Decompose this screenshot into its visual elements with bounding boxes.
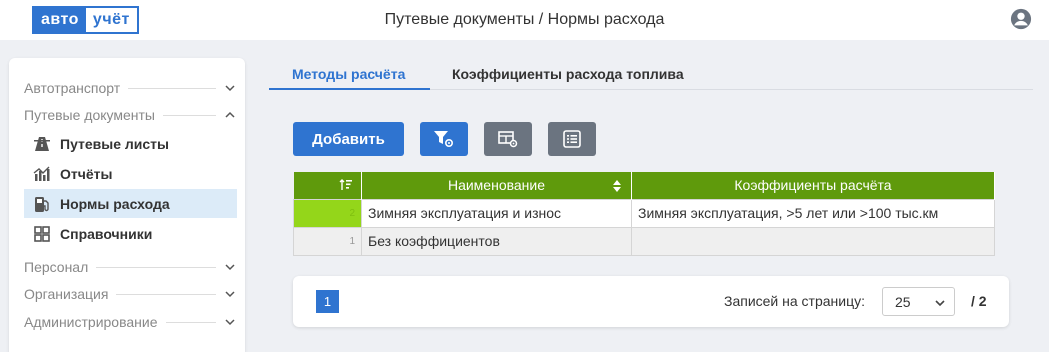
row-name-cell[interactable]: Зимняя эксплуатация и износ [361, 198, 632, 228]
sidebar-group-personnel[interactable]: Персонал [24, 257, 236, 277]
row-coefficients-cell[interactable] [631, 226, 995, 256]
table-settings-button[interactable] [484, 122, 532, 156]
row-number: 1 [293, 226, 362, 256]
divider [96, 266, 216, 268]
column-header-sort[interactable] [293, 172, 362, 199]
fuel-icon [35, 196, 49, 212]
sidebar-item-label: Нормы расхода [60, 195, 170, 212]
rows-per-page-label: Записей на страницу: [724, 293, 865, 309]
sidebar-item-fuel-norms[interactable]: Нормы расхода [24, 189, 237, 218]
row-coefficients-cell[interactable]: Зимняя эксплуатация, >5 лет или >100 тыс… [631, 198, 995, 228]
divider [162, 114, 216, 116]
sidebar-group-travel-docs[interactable]: Путевые документы [24, 105, 236, 125]
row-number: 2 [293, 198, 362, 228]
sidebar-item-label: Отчёты [60, 165, 113, 182]
methods-table: Наименование Коэффициенты расчёта 2 Зимн… [293, 172, 995, 256]
table-row[interactable]: 1 Без коэффициентов [293, 226, 995, 256]
divider [128, 87, 216, 89]
user-account-icon[interactable] [1010, 8, 1032, 30]
chevron-down-icon [935, 300, 945, 307]
table-header-row: Наименование Коэффициенты расчёта [293, 172, 995, 199]
top-bar: авто учёт Путевые документы / Нормы расх… [0, 0, 1049, 40]
column-header-name[interactable]: Наименование [361, 172, 632, 199]
page-title: Путевые документы / Нормы расхода [384, 11, 665, 28]
pagination-panel: 1 Записей на страницу: 25 / 2 [293, 276, 1009, 327]
table-settings-icon [498, 131, 518, 148]
sidebar-group-label: Автотранспорт [24, 80, 121, 96]
chevron-up-icon [225, 111, 235, 118]
filter-settings-button[interactable] [420, 122, 468, 156]
active-tab-indicator [269, 88, 430, 90]
total-pages: / 2 [971, 293, 987, 309]
sidebar-item-label: Справочники [60, 225, 153, 242]
tab-calculation-methods[interactable]: Методы расчёта [292, 66, 405, 82]
grid-icon [34, 225, 50, 242]
add-button[interactable]: Добавить [293, 122, 404, 156]
column-header-label: Наименование [447, 177, 546, 194]
sidebar-item-waybills[interactable]: Путевые листы [24, 129, 237, 158]
sort-toggle-icon [613, 180, 621, 192]
sidebar-group-label: Организация [24, 286, 109, 302]
page-button-current[interactable]: 1 [316, 290, 339, 313]
filter-settings-icon [434, 131, 454, 148]
chevron-down-icon [225, 85, 235, 92]
sidebar-group-organization[interactable]: Организация [24, 284, 236, 304]
sidebar-group-label: Персонал [24, 259, 89, 275]
chevron-down-icon [225, 319, 235, 326]
sidebar-group-administration[interactable]: Администрирование [24, 312, 236, 332]
divider [165, 321, 216, 323]
sidebar: Автотранспорт Путевые документы Путевые … [9, 58, 245, 352]
chevron-down-icon [225, 264, 235, 271]
divider [116, 293, 216, 295]
list-view-button[interactable] [548, 122, 596, 156]
row-name-cell[interactable]: Без коэффициентов [361, 226, 632, 256]
sort-order-icon [339, 179, 352, 190]
list-icon [563, 130, 581, 148]
tab-fuel-coefficients[interactable]: Коэффициенты расхода топлива [452, 66, 684, 82]
rows-per-page-value: 25 [895, 294, 911, 310]
sidebar-group-label: Путевые документы [24, 107, 155, 123]
sidebar-group-vehicles[interactable]: Автотранспорт [24, 78, 236, 98]
sidebar-item-references[interactable]: Справочники [24, 219, 237, 248]
column-header-coefficients[interactable]: Коэффициенты расчёта [631, 172, 995, 199]
road-icon [34, 136, 50, 151]
column-header-label: Коэффициенты расчёта [734, 177, 892, 194]
chevron-down-icon [225, 291, 235, 298]
chart-icon [33, 166, 50, 181]
sidebar-item-label: Путевые листы [60, 135, 169, 152]
sidebar-item-reports[interactable]: Отчёты [24, 159, 237, 188]
table-row[interactable]: 2 Зимняя эксплуатация и износ Зимняя экс… [293, 198, 995, 228]
rows-per-page-select[interactable]: 25 [882, 287, 955, 316]
sidebar-group-label: Администрирование [24, 314, 158, 330]
